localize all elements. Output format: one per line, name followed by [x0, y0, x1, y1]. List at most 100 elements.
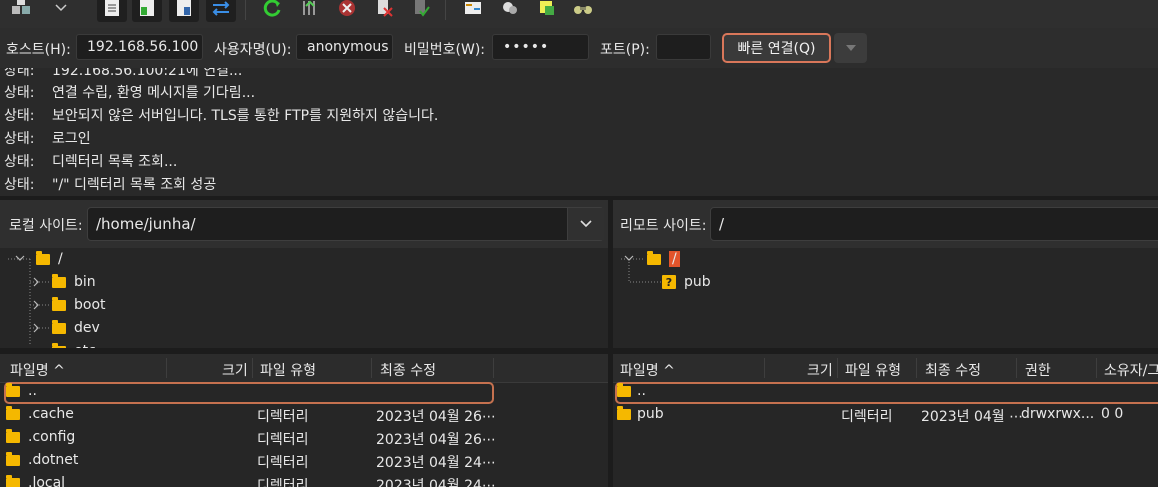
tree-node-root[interactable]: / [36, 248, 63, 270]
tree-node-pub[interactable]: ? pub [662, 271, 711, 293]
local-directory-tree: / bin boot dev etc [0, 248, 608, 348]
folder-icon [52, 342, 66, 348]
local-site-label: 로컬 사이트: [9, 218, 83, 234]
tree-node-boot[interactable]: boot [52, 294, 106, 316]
local-site-bar: 로컬 사이트: /home/junha/ [0, 200, 608, 248]
message-log: 상태: 192.168.56.100:21에 연결... 상태: 연결 수립, 환영… [0, 68, 1158, 196]
quickconnect-dropdown[interactable] [834, 33, 867, 63]
remote-path-combo[interactable]: / [710, 207, 1158, 241]
column-header-type[interactable]: 파일 유형 [260, 360, 316, 380]
sync-browsing-icon [503, 2, 517, 14]
tree-node-etc[interactable]: etc [52, 340, 96, 348]
file-row[interactable]: .local 디렉터리 2023년 04월 24⋯ [0, 472, 608, 487]
folder-icon [36, 250, 50, 265]
column-header-size[interactable]: 크기 [807, 360, 833, 380]
chevron-down-icon [580, 220, 592, 228]
column-header-owner[interactable]: 소유자/그 [1104, 360, 1158, 380]
unknown-folder-icon: ? [662, 275, 676, 289]
cancel-button[interactable] [332, 0, 362, 22]
local-file-list: 파일명 ^ 크기 파일 유형 최종 수정 .. .cache 디렉터리 2023년 … [0, 354, 608, 487]
process-queue-button[interactable] [295, 0, 325, 22]
folder-icon [52, 319, 66, 334]
local-path-dropdown[interactable] [567, 208, 604, 240]
remote-site-bar: 리모트 사이트: / [613, 200, 1158, 248]
file-row[interactable]: .dotnet 디렉터리 2023년 04월 24⋯ [0, 449, 608, 472]
find-files-button[interactable] [568, 0, 598, 22]
reconnect-button[interactable] [406, 0, 436, 22]
toggle-remote-tree-button[interactable] [169, 0, 199, 22]
dropdown-arrow-icon [55, 4, 67, 12]
remote-list-header: 파일명 ^ 크기 파일 유형 최종 수정 권한 소유자/그 [613, 354, 1158, 383]
tree-node-dev[interactable]: dev [52, 317, 100, 339]
folder-icon [6, 383, 20, 397]
tree-node-bin[interactable]: bin [52, 271, 96, 293]
log-row: 상태: 로그인 [4, 131, 91, 147]
local-list-header: 파일명 ^ 크기 파일 유형 최종 수정 [0, 354, 608, 383]
disconnect-icon [378, 0, 393, 17]
refresh-button[interactable] [258, 0, 288, 22]
directory-compare-button[interactable] [458, 0, 488, 22]
log-row: 상태: 연결 수립, 환영 메시지를 기다림... [4, 85, 256, 101]
password-input[interactable]: ••••• [492, 34, 589, 60]
transfer-queue-toggle-icon [212, 1, 230, 16]
process-queue-icon [303, 0, 315, 15]
folder-icon [6, 429, 20, 443]
remote-site-label: 리모트 사이트: [620, 218, 707, 234]
log-row: 상태: 192.168.56.100:21에 연결... [4, 68, 243, 79]
local-tree-toggle-icon [140, 0, 154, 16]
toolbar-separator [245, 0, 246, 20]
site-manager-button[interactable] [6, 0, 36, 22]
file-row[interactable]: .. [613, 380, 1158, 403]
folder-icon [647, 250, 661, 265]
port-input[interactable] [656, 34, 711, 60]
file-row[interactable]: pub 디렉터리 2023년 04월 ⋯ drwxrwx... 0 0 [613, 403, 1158, 426]
column-header-name[interactable]: 파일명 ^ [10, 360, 65, 380]
folder-icon [6, 406, 20, 420]
column-header-name[interactable]: 파일명 ^ [620, 360, 675, 380]
sync-browsing-button[interactable] [495, 0, 525, 22]
reconnect-icon [415, 0, 430, 17]
host-label: 호스트(H): [6, 42, 71, 58]
password-label: 비밀번호(W): [404, 42, 486, 58]
toggle-local-tree-button[interactable] [132, 0, 162, 22]
column-header-size[interactable]: 크기 [222, 360, 248, 380]
column-header-modified[interactable]: 최종 수정 [925, 360, 981, 380]
remote-directory-tree: / ? pub [613, 248, 1158, 348]
file-row[interactable]: .cache 디렉터리 2023년 04월 26⋯ [0, 403, 608, 426]
refresh-icon [263, 0, 281, 17]
column-header-modified[interactable]: 최종 수정 [380, 360, 436, 380]
log-row: 상태: 디렉터리 목록 조회... [4, 154, 178, 170]
toolbar-separator [445, 0, 446, 20]
local-path-combo[interactable]: /home/junha/ [87, 207, 604, 241]
folder-icon [617, 383, 631, 397]
message-log-toggle-icon [105, 0, 119, 16]
host-input[interactable]: 192.168.56.100 [76, 34, 203, 60]
tree-node-root[interactable]: / [647, 248, 680, 270]
file-row[interactable]: .config 디렉터리 2023년 04월 26⋯ [0, 426, 608, 449]
site-manager-icon [12, 0, 30, 14]
folder-icon [6, 475, 20, 487]
remote-file-list: 파일명 ^ 크기 파일 유형 최종 수정 권한 소유자/그 .. pub 디렉터리… [613, 354, 1158, 487]
log-row: 상태: "/" 디렉터리 목록 조회 성공 [4, 177, 217, 193]
folder-icon [617, 406, 631, 420]
site-manager-dropdown[interactable] [46, 0, 76, 22]
file-row[interactable]: .. [0, 380, 608, 403]
port-label: 포트(P): [600, 42, 650, 58]
toggle-message-log-button[interactable] [97, 0, 127, 22]
toggle-transfer-queue-button[interactable] [206, 0, 236, 22]
username-label: 사용자명(U): [214, 42, 292, 58]
find-files-icon [574, 6, 592, 14]
column-header-type[interactable]: 파일 유형 [845, 360, 901, 380]
quickconnect-button[interactable]: 빠른 연결(Q) [722, 33, 831, 63]
chevron-down-icon [845, 45, 856, 51]
log-row: 상태: 보안되지 않은 서버입니다. TLS를 통한 FTP를 지원하지 않습니다… [4, 108, 439, 124]
search-remote-button[interactable] [532, 0, 562, 22]
disconnect-button[interactable] [369, 0, 399, 22]
folder-icon [52, 273, 66, 288]
search-remote-icon [540, 1, 554, 15]
remote-tree-toggle-icon [177, 0, 191, 16]
quickconnect-bar: 호스트(H): 192.168.56.100 사용자명(U): anonymou… [0, 28, 1158, 68]
column-header-permissions[interactable]: 권한 [1025, 360, 1051, 380]
main-toolbar [0, 0, 1158, 28]
username-input[interactable]: anonymous [296, 34, 393, 60]
